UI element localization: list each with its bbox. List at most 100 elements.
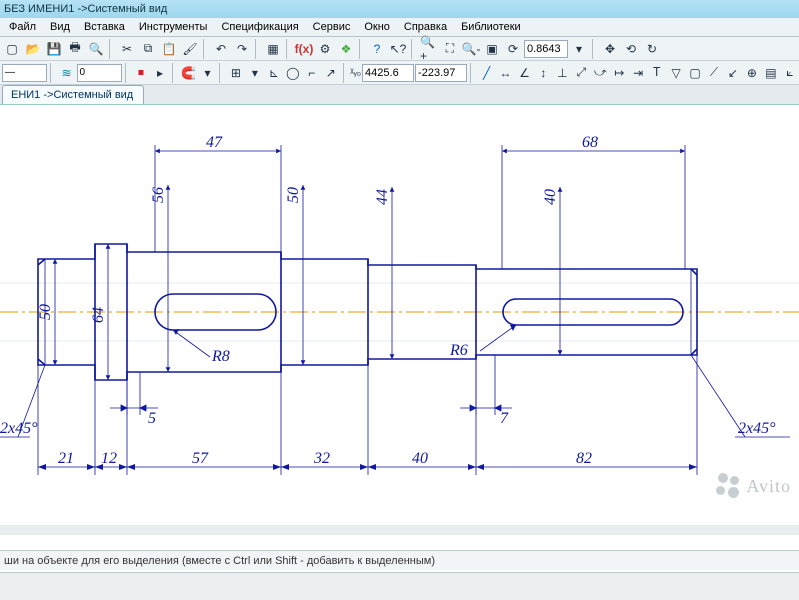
menu-libs[interactable]: Библиотеки <box>454 19 528 35</box>
tab-label: ЕНИ1 ->Системный вид <box>11 89 133 101</box>
dim-7: 7 <box>500 410 509 427</box>
dim-perp-icon[interactable]: ⊥ <box>553 63 571 83</box>
vars-icon[interactable]: ⚙ <box>315 39 335 59</box>
save-icon[interactable]: 💾 <box>44 39 64 59</box>
redo-icon[interactable]: ↷ <box>232 39 252 59</box>
undo-icon[interactable]: ↶ <box>211 39 231 59</box>
menu-spec[interactable]: Спецификация <box>214 19 305 35</box>
window-titlebar: БЕЗ ИМЕНИ1 ->Системный вид <box>0 0 799 18</box>
center-icon[interactable]: ⊕ <box>743 63 761 83</box>
menu-service[interactable]: Сервис <box>306 19 358 35</box>
paste-icon[interactable]: 📋 <box>159 39 179 59</box>
dim-base-icon[interactable]: ⇥ <box>629 63 647 83</box>
dim-h50: 50 <box>37 304 54 320</box>
weld-icon[interactable]: ⟀ <box>781 63 799 83</box>
tab-active[interactable]: ЕНИ1 ->Системный вид <box>2 85 144 104</box>
dim-57: 57 <box>192 450 209 467</box>
dim-12: 12 <box>101 450 117 467</box>
dim-r6: R6 <box>449 342 468 359</box>
round-icon[interactable]: ◯ <box>284 63 302 83</box>
pan-icon[interactable]: ✥ <box>600 39 620 59</box>
window-title: БЕЗ ИМЕНИ1 ->Системный вид <box>4 3 167 15</box>
new-icon[interactable]: ▢ <box>2 39 22 59</box>
fx-icon[interactable]: f(x) <box>294 39 314 59</box>
library-icon[interactable]: ▦ <box>263 39 283 59</box>
dim-5: 5 <box>148 410 156 427</box>
dim-angle-icon[interactable]: ∠ <box>516 63 534 83</box>
menu-insert[interactable]: Вставка <box>77 19 132 35</box>
separator <box>50 63 55 83</box>
print-icon[interactable]: 🖶 <box>65 39 85 59</box>
dim-arc-icon[interactable]: ⤻ <box>591 63 609 83</box>
arrow2-icon[interactable]: ↗ <box>322 63 340 83</box>
rotate-icon[interactable]: ⟲ <box>621 39 641 59</box>
dim-linear-icon[interactable]: ↔ <box>497 63 515 83</box>
chamfer-right: 2x45° <box>738 420 776 437</box>
drawing-canvas[interactable]: R8 R6 47 68 50 64 <box>0 105 799 535</box>
zoom-prev-icon[interactable]: ⟳ <box>503 39 523 59</box>
menu-file[interactable]: Файл <box>2 19 43 35</box>
zoom-out-icon[interactable]: 🔍- <box>461 39 481 59</box>
menu-window[interactable]: Окно <box>357 19 397 35</box>
snap-icon[interactable]: 🧲 <box>180 63 198 83</box>
grid-drop-icon[interactable]: ▾ <box>246 63 264 83</box>
datum-icon[interactable]: ▢ <box>686 63 704 83</box>
table-icon[interactable]: ▤ <box>762 63 780 83</box>
leader-icon[interactable]: ↙ <box>724 63 742 83</box>
zoom-area-icon[interactable]: ⛶ <box>440 39 460 59</box>
separator <box>125 63 130 83</box>
dim-h64: 64 <box>90 307 107 323</box>
document-tabs: ЕНИ1 ->Системный вид <box>0 85 799 105</box>
dim-vert-icon[interactable]: ↕ <box>534 63 552 83</box>
style-select[interactable]: — <box>2 64 47 82</box>
separator <box>255 39 260 59</box>
help-icon[interactable]: ? <box>367 39 387 59</box>
menu-view[interactable]: Вид <box>43 19 77 35</box>
play-icon[interactable]: ▸ <box>151 63 169 83</box>
format-paint-icon[interactable]: 🖌 <box>180 39 200 59</box>
coord-y-input[interactable] <box>415 64 467 82</box>
coord-x-input[interactable] <box>362 64 414 82</box>
dim-40h: 40 <box>412 450 428 467</box>
line-tool-icon[interactable]: ╱ <box>478 63 496 83</box>
menu-tools[interactable]: Инструменты <box>132 19 215 35</box>
separator <box>359 39 364 59</box>
cut-icon[interactable]: ✂ <box>117 39 137 59</box>
toolbar-standard: ▢ 📂 💾 🖶 🔍 ✂ ⧉ 📋 🖌 ↶ ↷ ▦ f(x) ⚙ ❖ ? ↖? 🔍+… <box>0 37 799 61</box>
separator <box>286 39 291 59</box>
dim-r8: R8 <box>211 348 230 365</box>
dim-chain-icon[interactable]: ↦ <box>610 63 628 83</box>
status-bar: ши на объекте для его выделения (вместе … <box>0 550 799 570</box>
local-cs-icon[interactable]: ⌐ <box>303 63 321 83</box>
separator <box>109 39 114 59</box>
menu-bar: Файл Вид Вставка Инструменты Спецификаци… <box>0 18 799 37</box>
layer-icon[interactable]: ≋ <box>58 63 76 83</box>
text-tool-icon[interactable]: Ꭲ <box>648 63 666 83</box>
snap-drop-icon[interactable]: ▾ <box>198 63 216 83</box>
chamfer-left: 2x45° <box>0 420 38 437</box>
separator <box>592 39 597 59</box>
dim-44: 44 <box>374 189 391 205</box>
preview-icon[interactable]: 🔍 <box>86 39 106 59</box>
separator <box>343 63 348 83</box>
dim-rad-icon[interactable]: ⤢ <box>572 63 590 83</box>
ortho-icon[interactable]: ⊾ <box>265 63 283 83</box>
redraw-icon[interactable]: ↻ <box>642 39 662 59</box>
zoom-dropdown-icon[interactable]: ▾ <box>569 39 589 59</box>
zoom-fit-icon[interactable]: ▣ <box>482 39 502 59</box>
grid-icon[interactable]: ⊞ <box>227 63 245 83</box>
separator <box>219 63 224 83</box>
styles-icon[interactable]: ❖ <box>336 39 356 59</box>
zoom-input[interactable] <box>524 40 568 58</box>
whats-this-icon[interactable]: ↖? <box>388 39 408 59</box>
dim-32: 32 <box>313 450 330 467</box>
section-icon[interactable]: ⟋ <box>705 63 723 83</box>
menu-help[interactable]: Справка <box>397 19 454 35</box>
copy-icon[interactable]: ⧉ <box>138 39 158 59</box>
stop-icon[interactable]: ⏹ <box>132 63 150 83</box>
dim-47: 47 <box>206 134 223 151</box>
open-icon[interactable]: 📂 <box>23 39 43 59</box>
rough-icon[interactable]: ▽ <box>667 63 685 83</box>
layer-select[interactable]: 0 <box>77 64 122 82</box>
zoom-in-icon[interactable]: 🔍+ <box>419 39 439 59</box>
